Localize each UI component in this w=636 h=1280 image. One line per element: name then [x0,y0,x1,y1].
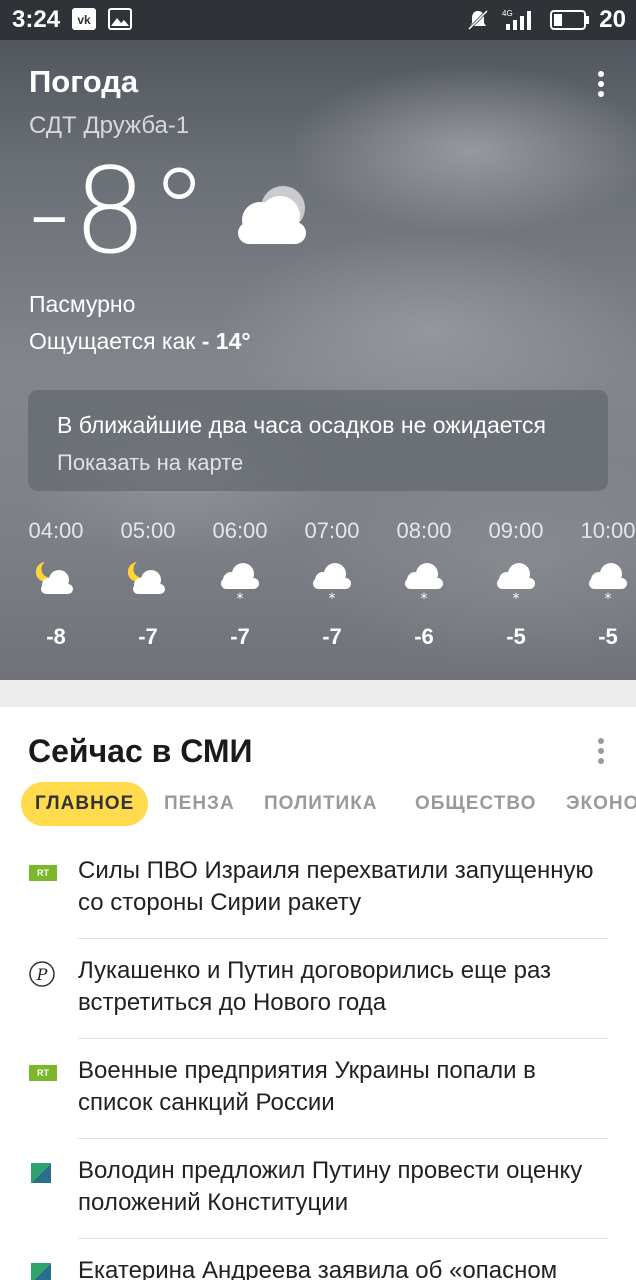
night-partly-cloudy-icon [10,558,102,618]
news-more-menu-icon[interactable] [591,737,611,765]
rt-logo-icon: RT [29,1061,57,1085]
hourly-item[interactable]: 09:00 * -5 [470,518,562,650]
rossiyskaya-gazeta-logo-icon: Р [29,961,57,987]
svg-text:*: * [237,591,244,604]
notifications-muted-icon [466,8,490,37]
news-tabs: ГЛАВНОЕ ПЕНЗА ПОЛИТИКА ОБЩЕСТВО ЭКОНОМ [0,782,636,826]
weather-condition: Пасмурно [29,291,136,317]
weather-card[interactable]: 3:24 vk 4G 20 Погода СДТ Дружба-1 -8° Па… [0,0,636,680]
network-type: 4G [502,9,513,18]
tab-politics[interactable]: ПОЛИТИКА [264,782,378,826]
weather-location[interactable]: СДТ Дружба-1 [29,112,189,140]
divider [78,1038,608,1039]
pnp-logo-icon [29,1161,57,1185]
current-temperature: -8° [28,142,211,280]
hour-temp: -8 [46,624,66,649]
hourly-item[interactable]: 10:00 * -5 [562,518,636,650]
snow-cloud-icon: * [286,558,378,618]
svg-text:*: * [605,591,612,604]
svg-text:*: * [513,591,520,604]
hour-temp: -7 [230,624,250,649]
snow-cloud-icon: * [194,558,286,618]
news-headline[interactable]: Лукашенко и Путин договорились еще раз в… [78,955,613,1019]
hour-temp: -6 [414,624,434,649]
hour-time: 09:00 [488,518,544,543]
tab-main[interactable]: ГЛАВНОЕ [21,782,149,826]
hourly-item[interactable]: 05:00 -7 [102,518,194,650]
hour-temp: -7 [322,624,342,649]
hour-time: 06:00 [212,518,268,543]
news-headline[interactable]: Силы ПВО Израиля перехватили запущенную … [78,855,613,919]
divider [78,938,608,939]
pnp-logo-icon [29,1261,57,1280]
signal-icon: 4G [502,8,536,37]
hour-time: 04:00 [28,518,84,543]
hour-time: 08:00 [396,518,452,543]
rt-logo-icon: RT [29,861,57,885]
hour-time: 07:00 [304,518,360,543]
hourly-item[interactable]: 08:00 * -6 [378,518,470,650]
vk-icon: vk [72,8,96,35]
feels-like: Ощущается как - 14° [29,328,251,355]
feels-like-value: - 14° [201,328,251,354]
news-headline[interactable]: Военные предприятия Украины попали в спи… [78,1055,613,1119]
snow-cloud-icon: * [378,558,470,618]
status-time: 3:24 [12,6,61,33]
hourly-item[interactable]: 06:00 * -7 [194,518,286,650]
battery-percent: 20 [599,6,626,33]
svg-text:*: * [421,591,428,604]
hour-time: 10:00 [580,518,636,543]
news-headline[interactable]: Володин предложил Путину провести оценку… [78,1155,613,1219]
snow-cloud-icon: * [470,558,562,618]
divider [78,1238,608,1239]
tab-society[interactable]: ОБЩЕСТВО [415,782,536,826]
hourly-item[interactable]: 04:00 -8 [10,518,102,650]
cloudy-icon [228,180,318,255]
news-card: Сейчас в СМИ ГЛАВНОЕ ПЕНЗА ПОЛИТИКА ОБЩЕ… [0,707,636,1280]
snow-cloud-icon: * [562,558,636,618]
precipitation-text: В ближайшие два часа осадков не ожидаетс… [57,412,547,438]
divider [78,1138,608,1139]
hour-temp: -7 [138,624,158,649]
news-title[interactable]: Сейчас в СМИ [28,733,253,770]
show-on-map-link[interactable]: Показать на карте [57,450,243,476]
news-headline[interactable]: Екатерина Андреева заявила об «опасном [78,1255,613,1280]
weather-more-menu-icon[interactable] [591,70,611,98]
svg-text:vk: vk [77,13,91,27]
hour-time: 05:00 [120,518,176,543]
hourly-item[interactable]: 07:00 * -7 [286,518,378,650]
gallery-icon [108,8,132,35]
hour-temp: -5 [506,624,526,649]
hour-temp: -5 [598,624,618,649]
status-bar: 3:24 vk 4G 20 [0,0,636,40]
svg-text:*: * [329,591,336,604]
weather-title: Погода [29,64,139,99]
tab-penza[interactable]: ПЕНЗА [164,782,235,826]
svg-text:Р: Р [36,965,48,984]
tab-economy[interactable]: ЭКОНОМ [566,782,636,826]
battery-icon [550,10,590,35]
night-partly-cloudy-icon [102,558,194,618]
feels-like-label: Ощущается как [29,328,196,354]
precipitation-nowcast[interactable]: В ближайшие два часа осадков не ожидаетс… [28,390,608,491]
